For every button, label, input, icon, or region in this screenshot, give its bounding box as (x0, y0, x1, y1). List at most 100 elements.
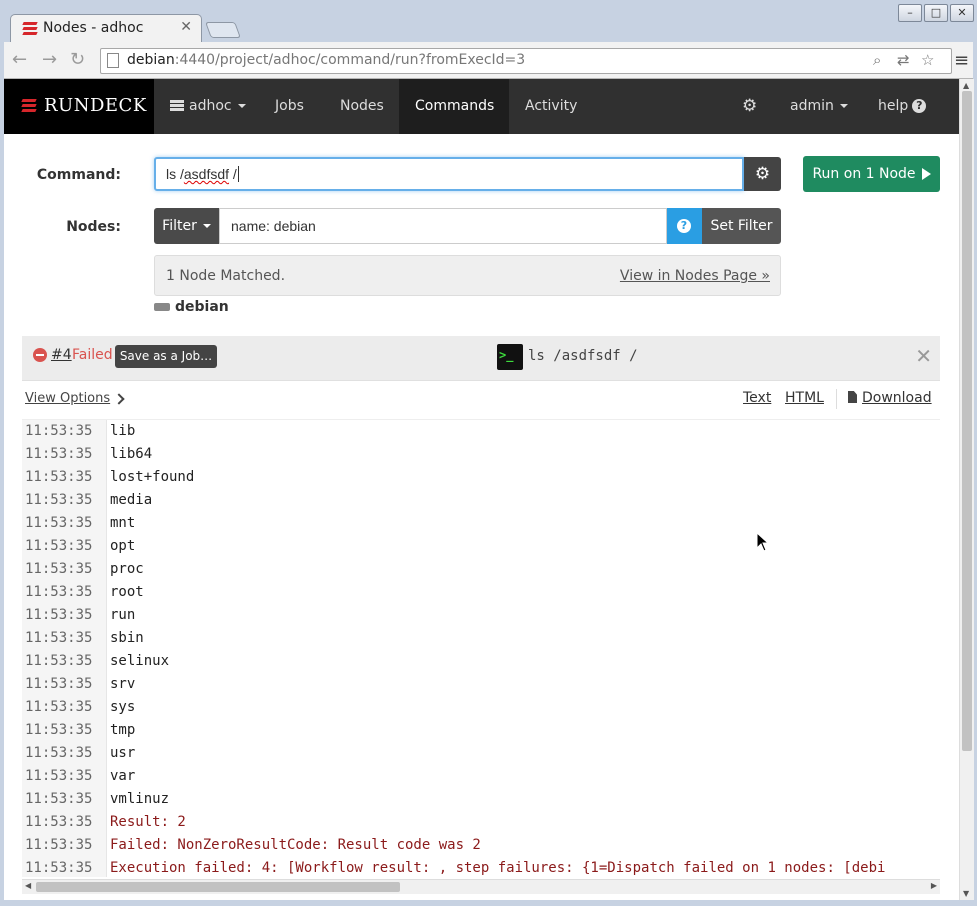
run-button[interactable]: Run on 1 Node (803, 156, 940, 192)
bookmark-star-icon[interactable]: ☆ (921, 51, 934, 69)
maximize-button[interactable]: □ (924, 4, 948, 22)
browser-menu-icon[interactable]: ≡ (954, 50, 969, 71)
execution-panel: #4 Failed Save as a Job… >_ ls /asdfsdf … (22, 336, 942, 900)
save-as-job-button[interactable]: Save as a Job… (115, 345, 217, 368)
log-line: 11:53:35 Failed: NonZeroResultCode: Resul… (22, 834, 940, 857)
command-options-gear-icon[interactable]: ⚙ (744, 157, 781, 191)
log-message: var (110, 768, 136, 784)
server-stack-icon (170, 100, 184, 112)
horizontal-scroll-thumb[interactable] (36, 882, 400, 892)
nav-activity[interactable]: Activity (509, 79, 593, 134)
log-timestamp: 11:53:35 (25, 791, 93, 807)
scroll-right-icon[interactable]: ▶ (931, 881, 937, 890)
log-timestamp: 11:53:35 (25, 699, 93, 715)
log-line: 11:53:35 var (22, 765, 940, 788)
log-timestamp: 11:53:35 (25, 492, 93, 508)
page-icon (107, 53, 119, 68)
log-line: 11:53:35 root (22, 581, 940, 604)
horizontal-scrollbar[interactable]: ◀ ▶ (22, 879, 940, 894)
scroll-up-icon[interactable]: ▲ (963, 81, 969, 90)
log-line: 11:53:35 tmp (22, 719, 940, 742)
project-name: adhoc (189, 98, 232, 114)
reload-icon[interactable]: ↻ (70, 49, 85, 70)
nav-jobs[interactable]: Jobs (259, 79, 320, 134)
log-line: 11:53:35 sys (22, 696, 940, 719)
tab-close-icon[interactable]: ✕ (180, 19, 192, 35)
project-menu[interactable]: adhoc (154, 79, 262, 134)
log-message: Execution failed: 4: [Workflow result: ,… (110, 860, 886, 876)
format-html-link[interactable]: HTML (785, 390, 824, 406)
question-circle-icon: ? (677, 219, 691, 233)
log-timestamp: 11:53:35 (25, 837, 93, 853)
vertical-scroll-thumb[interactable] (962, 91, 972, 751)
scroll-left-icon[interactable]: ◀ (25, 881, 31, 890)
new-tab-button[interactable] (205, 22, 241, 38)
minimize-button[interactable]: – (898, 4, 922, 22)
scroll-down-icon[interactable]: ▼ (963, 889, 969, 898)
log-message: srv (110, 676, 136, 692)
log-message: lib64 (110, 446, 153, 462)
log-line: 11:53:35 selinux (22, 650, 940, 673)
play-icon (921, 168, 931, 180)
tab-strip: Nodes - adhoc ✕ – □ ✕ (0, 0, 977, 43)
user-menu[interactable]: admin (774, 79, 864, 134)
browser-toolbar: ← → ↻ debian:4440/project/adhoc/command/… (4, 42, 973, 79)
translate-icon[interactable]: ⇄ (897, 51, 910, 69)
execution-status: Failed (72, 347, 113, 363)
vertical-scrollbar[interactable]: ▲ ▼ (959, 79, 974, 900)
browser-tab[interactable]: Nodes - adhoc ✕ (10, 14, 202, 43)
log-message: selinux (110, 653, 170, 669)
mouse-cursor-icon (756, 532, 770, 552)
log-message: sys (110, 699, 136, 715)
forward-icon[interactable]: → (42, 49, 57, 70)
close-window-button[interactable]: ✕ (950, 4, 974, 22)
chevron-down-icon (237, 104, 246, 108)
command-input[interactable]: ls /asdfsdf / (154, 157, 744, 191)
brand-logo[interactable]: RUNDECK (4, 79, 154, 134)
log-message: opt (110, 538, 136, 554)
close-icon[interactable]: ✕ (915, 344, 932, 368)
help-label: help (878, 98, 909, 114)
filter-dropdown-button[interactable]: Filter (154, 208, 219, 244)
nodes-label: Nodes: (66, 219, 121, 235)
view-in-nodes-link[interactable]: View in Nodes Page » (620, 268, 770, 284)
nav-commands[interactable]: Commands (399, 79, 509, 134)
server-icon (154, 303, 170, 311)
search-icon[interactable]: ⌕ (873, 51, 881, 69)
chevron-right-icon (113, 392, 125, 405)
set-filter-button[interactable]: Set Filter (702, 208, 781, 244)
node-filter-input[interactable]: name: debian (219, 208, 667, 244)
nav-nodes[interactable]: Nodes (324, 79, 400, 134)
execution-command: ls /asdfsdf / (528, 348, 638, 364)
log-line: 11:53:35 media (22, 489, 940, 512)
log-timestamp: 11:53:35 (25, 469, 93, 485)
filter-help-button[interactable]: ? (667, 208, 702, 244)
address-bar[interactable]: debian:4440/project/adhoc/command/run?fr… (100, 48, 952, 74)
log-line: 11:53:35 Execution failed: 4: [Workflow r… (22, 857, 940, 877)
matched-count: 1 Node Matched. (166, 268, 286, 284)
browser-window: Nodes - adhoc ✕ – □ ✕ ← → ↻ debian:4440/… (0, 0, 977, 906)
format-text-link[interactable]: Text (743, 390, 771, 406)
help-menu[interactable]: help? (862, 79, 942, 134)
log-line: 11:53:35 usr (22, 742, 940, 765)
settings-gear-icon[interactable]: ⚙ (726, 79, 773, 134)
execution-id-link[interactable]: #4 (51, 347, 72, 363)
question-circle-icon: ? (912, 99, 927, 113)
log-line: 11:53:35 proc (22, 558, 940, 581)
log-line: 11:53:35 lost+found (22, 466, 940, 489)
log-timestamp: 11:53:35 (25, 515, 93, 531)
user-name: admin (790, 98, 834, 114)
log-line: 11:53:35 Result: 2 (22, 811, 940, 834)
log-message: run (110, 607, 136, 623)
file-icon (848, 391, 857, 403)
log-line: 11:53:35 lib64 (22, 443, 940, 466)
download-link[interactable]: Download (848, 390, 932, 406)
log-message: sbin (110, 630, 144, 646)
log-output[interactable]: 11:53:35 lib 11:53:35 lib64 11:53:35 lost+fou… (22, 420, 940, 877)
log-timestamp: 11:53:35 (25, 423, 93, 439)
log-line: 11:53:35 sbin (22, 627, 940, 650)
chevron-down-icon (202, 224, 211, 228)
matched-node[interactable]: debian (154, 299, 229, 315)
back-icon[interactable]: ← (12, 49, 27, 70)
view-options-toggle[interactable]: View Options (25, 391, 125, 406)
